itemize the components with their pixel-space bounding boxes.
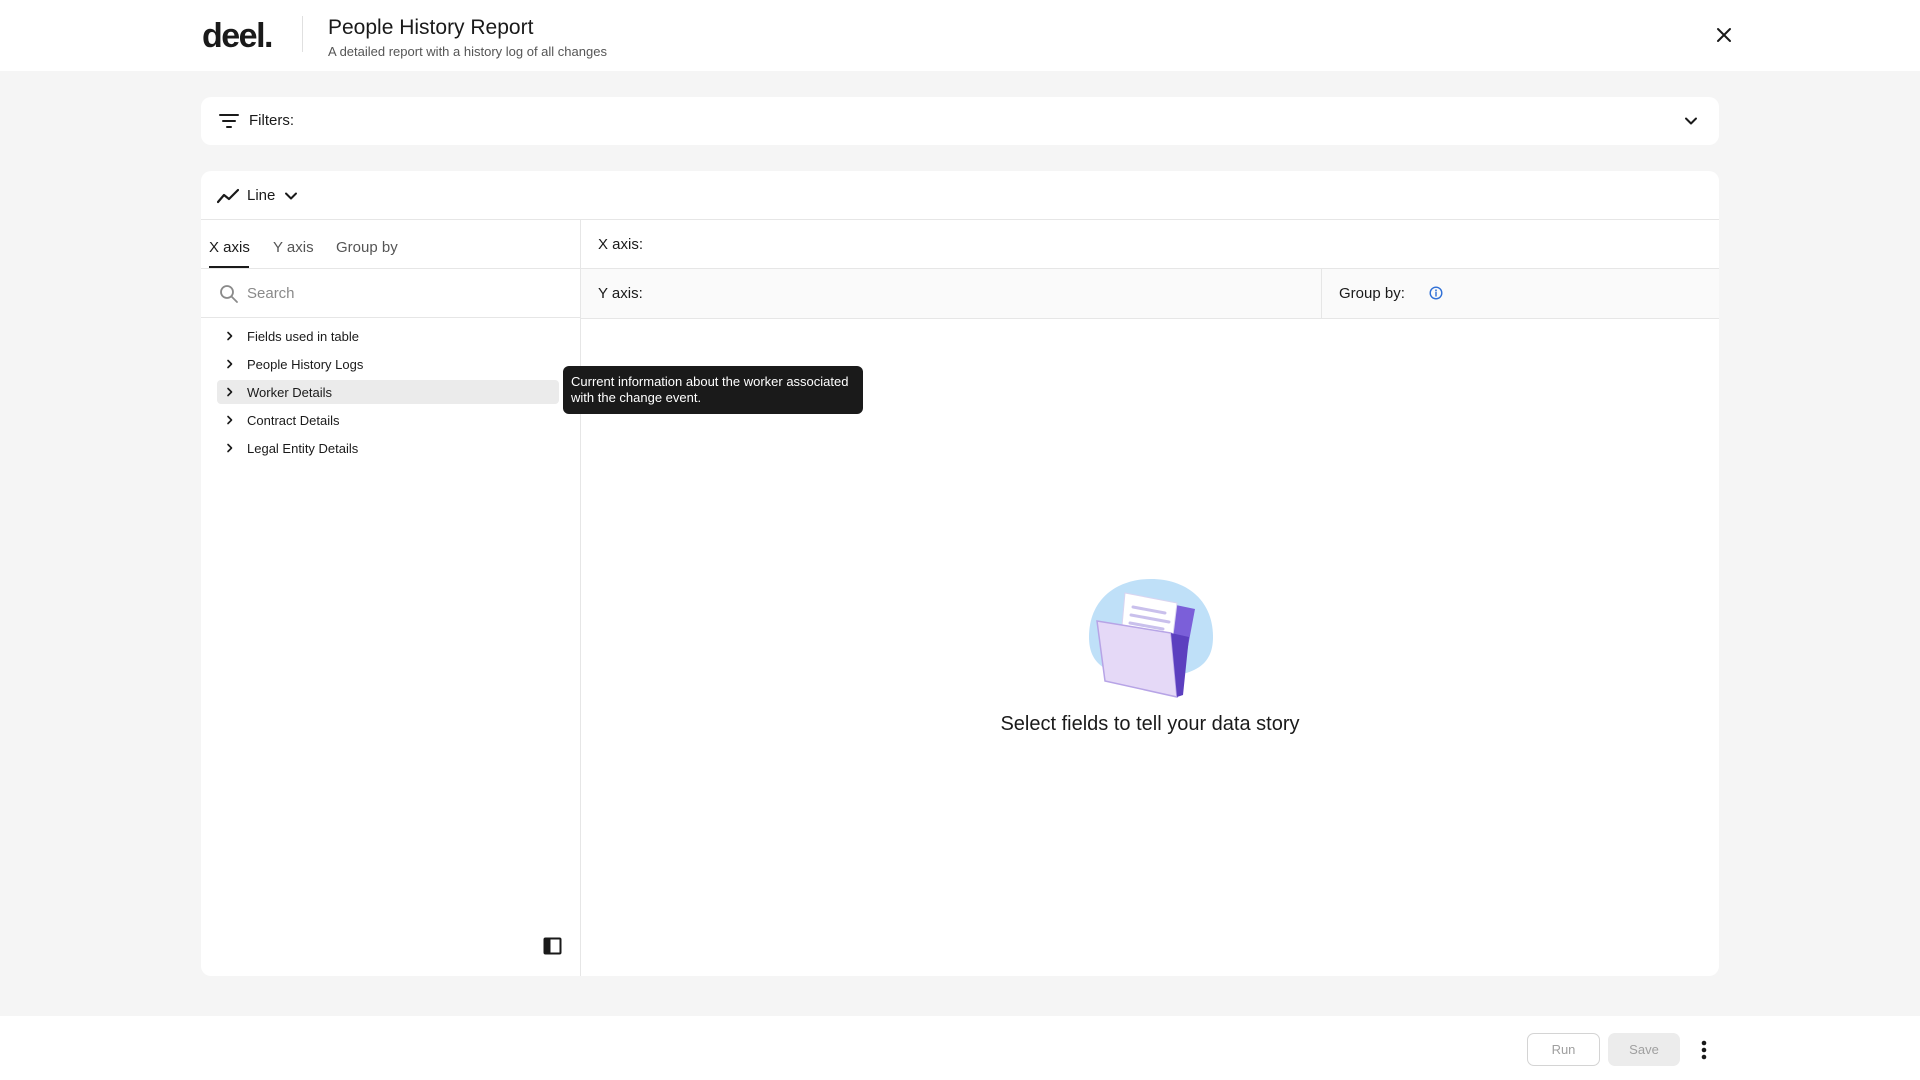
axis-tabs: X axis Y axis Group by [201, 220, 580, 269]
chevron-down-icon [285, 192, 298, 200]
tree-item-contract-details[interactable]: Contract Details [217, 408, 559, 432]
search-icon [220, 285, 238, 303]
search-input[interactable] [247, 281, 567, 305]
close-button[interactable] [1713, 24, 1735, 46]
chart-builder-card: Line X axis Y axis Group by Fields used … [201, 171, 1719, 976]
line-chart-icon [217, 188, 239, 204]
tab-x-axis[interactable]: X axis [209, 239, 250, 257]
tree-item-worker-details[interactable]: Worker Details [217, 380, 559, 404]
page-title: People History Report [328, 16, 534, 39]
x-axis-dropzone[interactable]: X axis: [581, 220, 1719, 269]
tree-item-label: Worker Details [247, 385, 333, 400]
tree-item-label: Legal Entity Details [247, 441, 359, 456]
chart-type-label: Line [247, 187, 276, 204]
tree-item-fields-used-in-table[interactable]: Fields used in table [217, 324, 559, 348]
tree-item-label: Fields used in table [247, 329, 360, 344]
tooltip-line: with the change event. [571, 390, 702, 405]
more-vertical-icon[interactable] [1694, 1036, 1714, 1064]
run-button[interactable]: Run [1527, 1033, 1600, 1066]
field-picker-panel: X axis Y axis Group by Fields used in ta… [201, 220, 581, 976]
chart-type-selector[interactable]: Line [217, 185, 299, 207]
chevron-right-icon [227, 415, 233, 425]
tree-item-people-history-logs[interactable]: People History Logs [217, 352, 559, 376]
y-axis-label: Y axis: [598, 285, 643, 302]
filters-bar[interactable]: Filters: [201, 97, 1719, 145]
chevron-right-icon [227, 443, 233, 453]
chevron-right-icon [227, 359, 233, 369]
tree-item-label: People History Logs [247, 357, 364, 372]
header-divider [302, 16, 303, 52]
folder-illustration [1089, 579, 1213, 698]
empty-state-message: Select fields to tell your data story [1000, 713, 1300, 735]
chevron-right-icon [227, 331, 233, 341]
tree-item-label: Contract Details [247, 413, 340, 428]
x-axis-label: X axis: [598, 236, 644, 253]
active-tab-indicator [209, 266, 249, 268]
tooltip: Current information about the worker ass… [563, 366, 863, 414]
chevron-down-icon[interactable] [1683, 113, 1699, 129]
tree-item-legal-entity-details[interactable]: Legal Entity Details [217, 436, 559, 460]
chevron-right-icon [227, 387, 233, 397]
close-icon [1717, 28, 1731, 42]
y-axis-row: Y axis: Group by: [581, 269, 1719, 319]
page-subtitle: A detailed report with a history log of … [328, 44, 607, 59]
filters-label: Filters: [249, 112, 294, 129]
tab-group-by[interactable]: Group by [336, 239, 398, 257]
deel-logo: deel. [202, 17, 273, 55]
y-axis-dropzone[interactable]: Y axis: [581, 269, 1322, 318]
collapse-panel-icon[interactable] [543, 937, 563, 955]
tooltip-line: Current information about the worker ass… [571, 374, 849, 389]
search-box [201, 269, 580, 318]
filter-icon [219, 114, 239, 128]
app-header: deel. People History Report A detailed r… [0, 0, 1920, 71]
group-by-label: Group by: [1339, 285, 1405, 302]
save-button[interactable]: Save [1608, 1033, 1680, 1066]
tab-y-axis[interactable]: Y axis [273, 239, 314, 257]
info-icon[interactable] [1429, 286, 1443, 300]
footer-bar: Run Save [0, 1016, 1920, 1080]
